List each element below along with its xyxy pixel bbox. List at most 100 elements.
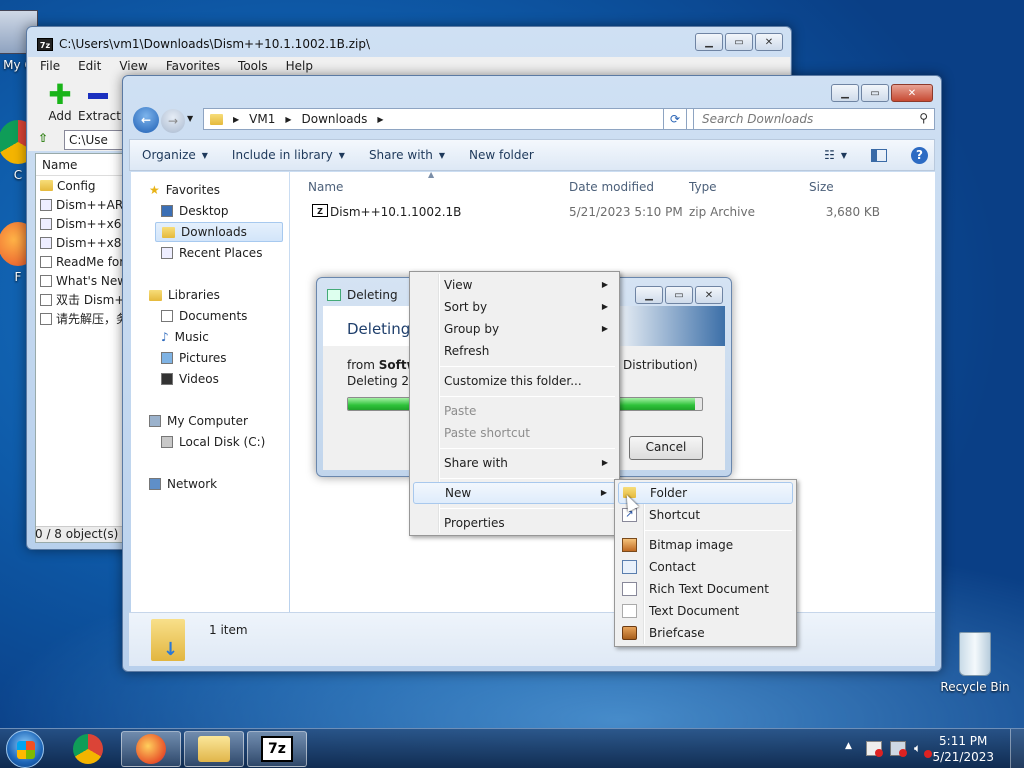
menu-favorites[interactable]: Favorites xyxy=(166,59,220,73)
nav-my-computer[interactable]: My Computer xyxy=(149,411,248,431)
maximize-button[interactable]: ▭ xyxy=(725,33,753,51)
column-header-date[interactable]: Date modified xyxy=(569,180,654,194)
menu-edit[interactable]: Edit xyxy=(78,59,101,73)
share-with-button[interactable]: Share with ▼ xyxy=(357,148,457,162)
system-clock[interactable]: 5:11 PM 5/21/2023 xyxy=(932,733,994,765)
view-options-button[interactable]: ☷ ▼ xyxy=(812,148,859,162)
back-button[interactable]: ← xyxy=(133,107,159,133)
breadcrumb-vm1[interactable]: VM1 xyxy=(249,112,275,126)
menu-item-refresh[interactable]: Refresh xyxy=(413,340,616,362)
menu-item-share-with[interactable]: Share with ▶ xyxy=(413,452,616,474)
nav-favorites[interactable]: ★ Favorites xyxy=(149,180,220,200)
menu-item-new-briefcase[interactable]: Briefcase xyxy=(618,622,793,644)
refresh-button[interactable]: ⟳ xyxy=(663,108,687,130)
menu-item-new-bitmap[interactable]: Bitmap image xyxy=(618,534,793,556)
help-button[interactable]: ? xyxy=(899,146,934,164)
volume-tray-icon[interactable]: 🔈︎ xyxy=(914,741,932,758)
list-item[interactable]: 请先解压，务 xyxy=(36,309,134,328)
close-button[interactable]: ✕ xyxy=(695,286,723,304)
details-pane: ↓ 1 item xyxy=(129,612,935,666)
show-desktop-button[interactable] xyxy=(1010,729,1024,768)
close-button[interactable]: ✕ xyxy=(891,84,933,102)
command-bar: Organize ▼ Include in library ▼ Share with… xyxy=(129,139,935,171)
taskbar-explorer[interactable] xyxy=(184,731,244,767)
breadcrumb-downloads[interactable]: Downloads xyxy=(302,112,368,126)
column-header-name[interactable]: Name xyxy=(36,154,134,176)
minimize-button[interactable]: ▁ xyxy=(695,33,723,51)
taskbar: 7z ▲ 🔈︎ 5:11 PM 5/21/2023 xyxy=(0,728,1024,768)
up-folder-button[interactable]: ⇧ xyxy=(38,131,56,149)
list-item[interactable]: What's New xyxy=(36,271,134,290)
add-button[interactable]: ✚ Add xyxy=(42,81,78,124)
preview-pane-button[interactable] xyxy=(859,148,899,162)
list-item[interactable]: ReadMe for xyxy=(36,252,134,271)
submenu-arrow-icon: ▶ xyxy=(600,488,607,497)
nav-libraries[interactable]: Libraries xyxy=(149,285,220,305)
recent-pages-chevron-icon[interactable]: ▼ xyxy=(187,114,193,123)
taskbar-chrome[interactable] xyxy=(58,731,118,767)
menu-item-new-text[interactable]: Text Document xyxy=(618,600,793,622)
new-folder-button[interactable]: New folder xyxy=(457,148,546,162)
desktop-icon-recycle-bin[interactable]: Recycle Bin xyxy=(935,632,1015,694)
show-hidden-icons-button[interactable]: ▲ xyxy=(845,741,852,751)
column-header-size[interactable]: Size xyxy=(809,180,834,194)
list-item[interactable]: Dism++x64. xyxy=(36,214,134,233)
action-center-icon[interactable] xyxy=(866,741,883,757)
menu-item-new-folder[interactable]: Folder xyxy=(618,482,793,504)
menu-item-properties[interactable]: Properties xyxy=(413,512,616,534)
taskbar-7zip[interactable]: 7z xyxy=(247,731,307,767)
nav-network[interactable]: Network xyxy=(149,474,217,494)
zip-file-icon: Z xyxy=(312,204,328,217)
nav-documents[interactable]: Documents xyxy=(161,306,247,326)
minimize-button[interactable]: ▁ xyxy=(831,84,859,102)
nav-music[interactable]: ♪ Music xyxy=(161,327,209,347)
download-arrow-icon: ↓ xyxy=(163,639,179,660)
videos-icon xyxy=(161,373,173,385)
menu-file[interactable]: File xyxy=(40,59,60,73)
cancel-button[interactable]: Cancel xyxy=(629,436,703,460)
column-header-type[interactable]: Type xyxy=(689,180,717,194)
column-header-name[interactable]: Name xyxy=(308,180,343,194)
start-button[interactable] xyxy=(6,730,44,768)
organize-button[interactable]: Organize ▼ xyxy=(130,148,220,162)
list-item[interactable]: 双击 Dism++ xyxy=(36,290,134,309)
network-tray-icon[interactable] xyxy=(890,741,907,757)
breadcrumb-separator: ▶ xyxy=(285,114,292,124)
menu-item-customize[interactable]: Customize this folder... xyxy=(413,370,616,392)
extract-button[interactable]: Extract xyxy=(78,81,121,123)
nav-pictures[interactable]: Pictures xyxy=(161,348,227,368)
menu-item-sort-by[interactable]: Sort by ▶ xyxy=(413,296,616,318)
close-button[interactable]: ✕ xyxy=(755,33,783,51)
menu-item-paste: Paste xyxy=(444,404,477,418)
nav-videos[interactable]: Videos xyxy=(161,369,219,389)
nav-desktop[interactable]: Desktop xyxy=(161,201,229,221)
menu-item-new-rtf[interactable]: Rich Text Document xyxy=(618,578,793,600)
minimize-button[interactable]: ▁ xyxy=(635,286,663,304)
maximize-button[interactable]: ▭ xyxy=(665,286,693,304)
nav-local-disk[interactable]: Local Disk (C:) xyxy=(161,432,265,452)
include-in-library-button[interactable]: Include in library ▼ xyxy=(220,148,357,162)
preview-pane-icon xyxy=(871,148,887,162)
forward-button[interactable]: → xyxy=(161,109,185,133)
search-input[interactable]: Search Downloads ⚲ xyxy=(693,108,935,130)
menu-separator xyxy=(645,530,792,531)
list-item[interactable]: Config xyxy=(36,176,134,195)
nav-recent-places[interactable]: Recent Places xyxy=(161,243,262,263)
list-item[interactable]: Dism++ARM xyxy=(36,195,134,214)
menu-item-new[interactable]: New ▶ xyxy=(413,482,616,504)
folder-icon xyxy=(210,113,223,125)
table-row[interactable]: Z Dism++10.1.1002.1B 5/21/2023 5:10 PM z… xyxy=(306,202,906,222)
firefox-icon xyxy=(136,734,166,764)
menu-item-group-by[interactable]: Group by ▶ xyxy=(413,318,616,340)
menu-view[interactable]: View xyxy=(119,59,147,73)
menu-tools[interactable]: Tools xyxy=(238,59,268,73)
list-item[interactable]: Dism++x86. xyxy=(36,233,134,252)
taskbar-firefox[interactable] xyxy=(121,731,181,767)
menu-item-new-contact[interactable]: Contact xyxy=(618,556,793,578)
menu-item-new-shortcut[interactable]: ↗ Shortcut xyxy=(618,504,793,526)
nav-downloads[interactable]: Downloads xyxy=(155,222,283,242)
menu-item-view[interactable]: View ▶ xyxy=(413,274,616,296)
maximize-button[interactable]: ▭ xyxy=(861,84,889,102)
menu-help[interactable]: Help xyxy=(286,59,313,73)
7zip-file-list: Name Config Dism++ARM Dism++x64. Dism++x… xyxy=(35,153,135,543)
